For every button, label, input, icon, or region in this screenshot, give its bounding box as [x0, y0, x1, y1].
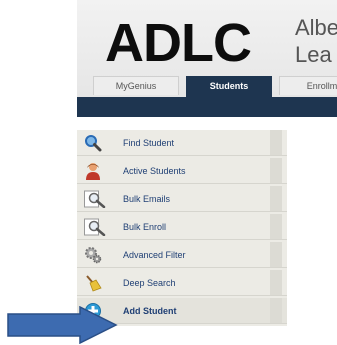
menu-item-bulk-enroll[interactable]: Bulk Enroll	[77, 214, 287, 240]
app-header: ADLC Albe Lea MyGenius Students Enrollm	[77, 0, 337, 97]
menu-item-label: Advanced Filter	[123, 250, 186, 260]
menu-item-advanced-filter[interactable]: Advanced Filter	[77, 242, 287, 268]
menu-item-bulk-emails[interactable]: Bulk Emails	[77, 186, 287, 212]
logo: ADLC	[105, 13, 252, 73]
menu-item-label: Find Student	[123, 138, 175, 148]
menu-item-active-students[interactable]: Active Students	[77, 158, 287, 184]
menu-item-label: Active Students	[123, 166, 186, 176]
broom-icon	[84, 274, 102, 292]
org-name-line1: Albe	[295, 15, 337, 40]
tab-mygenius[interactable]: MyGenius	[93, 76, 179, 95]
right-arrow-icon	[7, 306, 118, 344]
tab-enrollment[interactable]: Enrollm	[279, 76, 337, 95]
org-name: Albe Lea	[295, 14, 337, 68]
magnifier-icon	[84, 134, 102, 152]
gears-icon	[84, 246, 102, 264]
sidebar-menu: Find Student Active Students Bulk Emails	[77, 130, 287, 326]
menu-item-label: Bulk Emails	[123, 194, 171, 204]
person-icon	[84, 162, 102, 180]
sub-navbar	[77, 97, 337, 117]
menu-item-label: Add Student	[123, 306, 177, 316]
search-document-icon	[84, 190, 106, 209]
org-name-line2: Lea	[295, 42, 332, 67]
menu-item-find-student[interactable]: Find Student	[77, 130, 287, 156]
tab-students[interactable]: Students	[186, 76, 272, 97]
menu-item-deep-search[interactable]: Deep Search	[77, 270, 287, 296]
menu-item-label: Deep Search	[123, 278, 176, 288]
menu-item-label: Bulk Enroll	[123, 222, 167, 232]
search-document-icon	[84, 218, 106, 237]
